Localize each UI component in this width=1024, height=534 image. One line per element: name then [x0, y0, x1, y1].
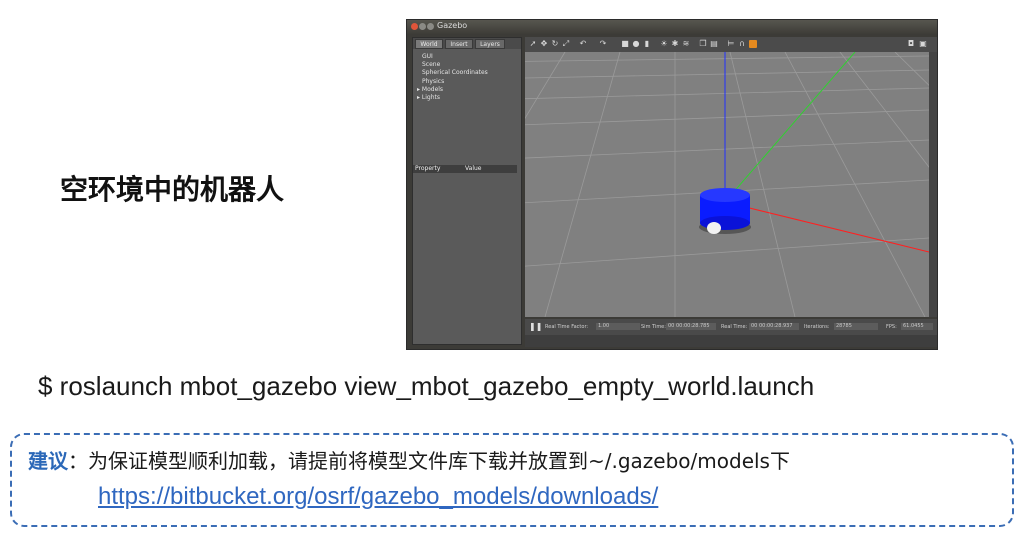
- point-light-icon[interactable]: ☀: [660, 40, 668, 48]
- fps-value: 61.0455: [901, 323, 933, 330]
- paste-icon[interactable]: ▤: [710, 40, 718, 48]
- log-icon[interactable]: ▣: [919, 40, 927, 48]
- timeline-bar: [525, 335, 937, 347]
- minimize-icon[interactable]: [419, 23, 426, 30]
- window-title: Gazebo: [437, 21, 468, 30]
- iterations-label: Iterations:: [804, 324, 830, 330]
- close-icon[interactable]: [411, 23, 418, 30]
- sim-time-value: 00 00:00:28.785: [666, 323, 716, 330]
- ground-plane: [525, 52, 929, 317]
- tree-item-lights[interactable]: ▸ Lights: [417, 94, 488, 102]
- tip-label: 建议: [28, 449, 68, 473]
- scale-icon[interactable]: ⤢: [562, 40, 570, 48]
- real-time-value: 00 00:00:28.937: [749, 323, 799, 330]
- select-arrow-icon[interactable]: ➚: [529, 40, 537, 48]
- value-column-label: Value: [465, 165, 482, 172]
- window-titlebar: Gazebo: [407, 20, 937, 34]
- directional-light-icon[interactable]: ≋: [682, 40, 690, 48]
- right-panel-handle[interactable]: [929, 52, 937, 317]
- toolbar: ➚ ✥ ↻ ⤢ ↶ ↷ ■ ● ▮ ☀ ✱ ≋ ❐ ▤ ⊨ ∩ ◘ ▣: [525, 37, 937, 52]
- maximize-icon[interactable]: [427, 23, 434, 30]
- gazebo-window: Gazebo World Insert Layers GUI Scene Sph…: [406, 19, 938, 350]
- fps-label: FPS:: [886, 324, 897, 330]
- tip-text: ：为保证模型顺利加载，请提前将模型文件库下载并放置到~/.gazebo/mode…: [68, 449, 790, 473]
- real-time-factor-label: Real Time Factor:: [545, 324, 589, 330]
- real-time-factor-value: 1.00: [596, 323, 640, 330]
- iterations-value: 28785: [834, 323, 878, 330]
- robot-top: [700, 188, 750, 202]
- rotate-icon[interactable]: ↻: [551, 40, 559, 48]
- pause-icon[interactable]: ❚❚: [529, 319, 542, 335]
- copy-icon[interactable]: ❐: [699, 40, 707, 48]
- panel-tabs: World Insert Layers: [413, 38, 521, 49]
- tab-layers[interactable]: Layers: [475, 39, 505, 49]
- tab-world[interactable]: World: [415, 39, 443, 49]
- camera-mode-icon[interactable]: [749, 40, 757, 48]
- spot-light-icon[interactable]: ✱: [671, 40, 679, 48]
- tree-item-scene[interactable]: Scene: [422, 61, 488, 69]
- model-download-link[interactable]: https://bitbucket.org/osrf/gazebo_models…: [98, 483, 658, 511]
- tree-item-physics[interactable]: Physics: [422, 78, 488, 86]
- property-header: Property Value: [413, 165, 517, 173]
- tree-item-spherical-coordinates[interactable]: Spherical Coordinates: [422, 69, 488, 77]
- redo-icon[interactable]: ↷: [599, 40, 607, 48]
- tip-line: 建议：为保证模型顺利加载，请提前将模型文件库下载并放置到~/.gazebo/mo…: [28, 445, 790, 474]
- property-column-label: Property: [415, 165, 441, 172]
- box-shape-icon[interactable]: ■: [621, 40, 629, 48]
- status-bar: ❚❚ Real Time Factor: 1.00 Sim Time: 00 0…: [525, 319, 937, 335]
- real-time-label: Real Time:: [721, 324, 748, 330]
- screenshot-icon[interactable]: ◘: [907, 40, 915, 48]
- sim-time-label: Sim Time:: [641, 324, 666, 330]
- tree-item-models[interactable]: ▸ Models: [417, 86, 488, 94]
- launch-command: $ roslaunch mbot_gazebo view_mbot_gazebo…: [38, 371, 815, 401]
- tab-insert[interactable]: Insert: [445, 39, 473, 49]
- undo-icon[interactable]: ↶: [579, 40, 587, 48]
- cylinder-shape-icon[interactable]: ▮: [643, 40, 651, 48]
- robot-caster-wheel: [707, 222, 721, 234]
- tree-item-gui[interactable]: GUI: [422, 53, 488, 61]
- snap-icon[interactable]: ∩: [738, 40, 746, 48]
- align-icon[interactable]: ⊨: [727, 40, 735, 48]
- translate-icon[interactable]: ✥: [540, 40, 548, 48]
- 3d-viewport[interactable]: [525, 52, 929, 317]
- sphere-shape-icon[interactable]: ●: [632, 40, 640, 48]
- viewport-scene: [525, 52, 929, 317]
- world-tree: GUI Scene Spherical Coordinates Physics …: [417, 53, 488, 102]
- left-panel: World Insert Layers GUI Scene Spherical …: [412, 37, 522, 345]
- slide-heading: 空环境中的机器人: [60, 173, 285, 206]
